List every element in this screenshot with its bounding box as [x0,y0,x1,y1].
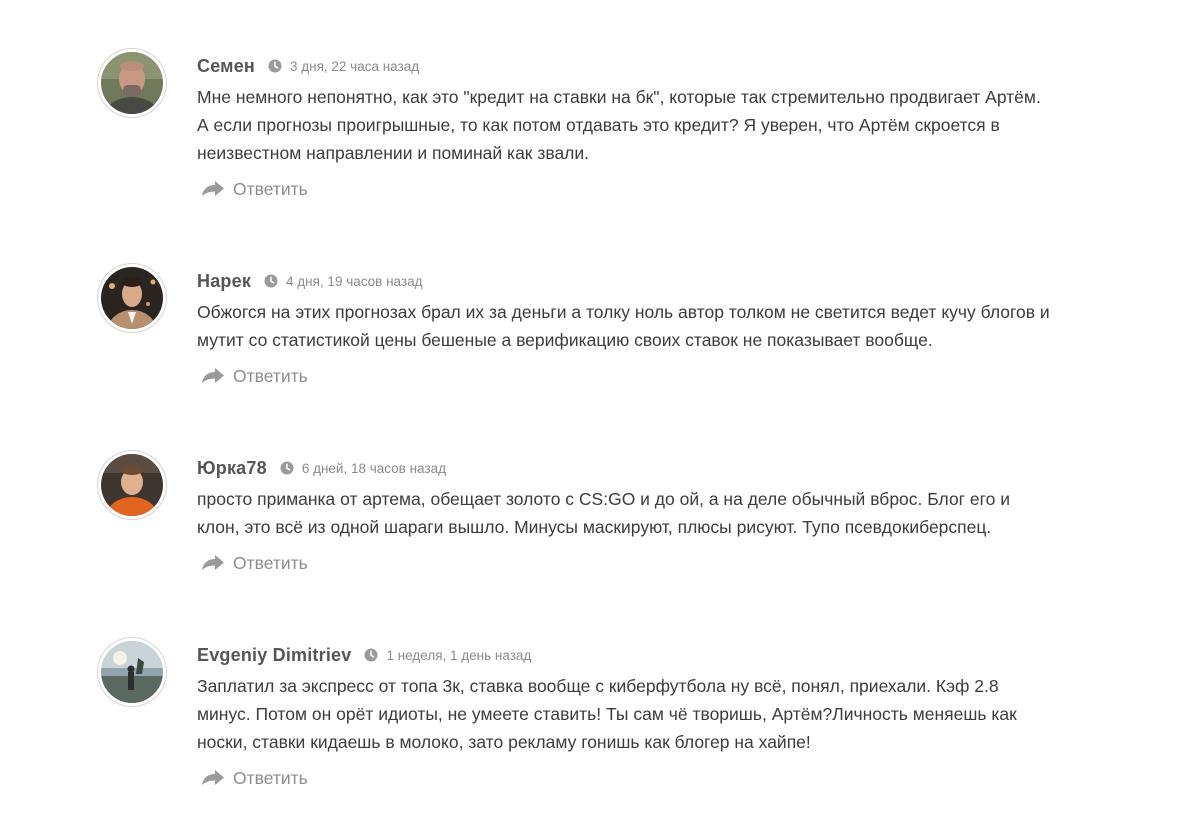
comment-body: Нарек 4 дня, 19 часов назад Обжогся на э… [197,264,1057,391]
comment-date: 3 дня, 22 часа назад [289,58,420,74]
reply-button[interactable]: Ответить [197,363,308,389]
avatar-image [101,454,163,516]
reply-arrow-icon [202,555,224,570]
reply-button[interactable]: Ответить [197,176,308,202]
reply-arrow-icon [202,770,224,785]
avatar[interactable] [98,638,166,706]
comment-header: Evgeniy Dimitriev 1 неделя, 1 день назад [197,638,1057,672]
avatar-image [101,267,163,329]
comment-body: Evgeniy Dimitriev 1 неделя, 1 день назад… [197,638,1057,793]
comment-date: 6 дней, 18 часов назад [301,460,446,476]
comment-date: 1 неделя, 1 день назад [386,647,532,663]
comment-text: Обжогся на этих прогнозах брал их за ден… [197,302,1050,350]
comment-text: Заплатил за экспресс от топа 3к, ставка … [197,676,1017,752]
reply-arrow-icon [202,181,224,196]
comment-header: Семен 3 дня, 22 часа назад [197,49,1057,83]
reply-label: Ответить [233,178,308,199]
comment-body: Семен 3 дня, 22 часа назад Мне немного н… [197,49,1057,204]
reply-label: Ответить [233,767,308,788]
reply-arrow-icon [202,368,224,383]
avatar[interactable] [98,264,166,332]
comment-text: Мне немного непонятно, как это "кредит н… [197,87,1041,163]
clock-icon [364,648,378,662]
avatar-image [101,641,163,703]
avatar[interactable] [98,49,166,117]
comment-header: Нарек 4 дня, 19 часов назад [197,264,1057,298]
clock-icon [264,274,278,288]
comment-header: Юрка78 6 дней, 18 часов назад [197,451,1057,485]
comment-author[interactable]: Семен [197,56,255,77]
clock-icon [280,461,294,475]
reply-label: Ответить [233,365,308,386]
comment-text: просто приманка от артема, обещает золот… [197,489,1011,537]
reply-button[interactable]: Ответить [197,765,308,791]
clock-icon [268,59,282,73]
comment-body: Юрка78 6 дней, 18 часов назад просто при… [197,451,1057,578]
reply-button[interactable]: Ответить [197,550,308,576]
comment-date: 4 дня, 19 часов назад [286,273,423,289]
comment-author[interactable]: Нарек [197,271,251,292]
comment-author[interactable]: Юрка78 [197,458,267,479]
reply-label: Ответить [233,552,308,573]
avatar-image [101,52,163,114]
avatar[interactable] [98,451,166,519]
comment-author[interactable]: Evgeniy Dimitriev [197,645,351,666]
